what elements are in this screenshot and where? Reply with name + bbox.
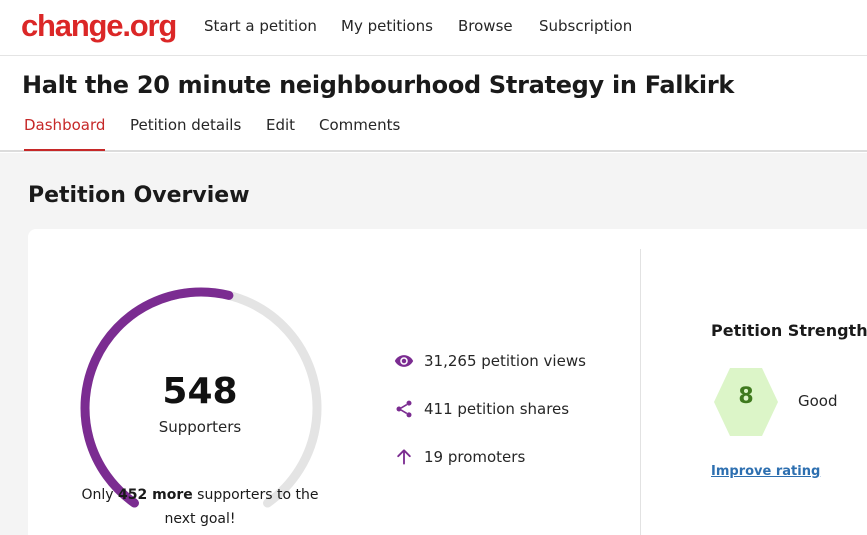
tab-petition-details[interactable]: Petition details xyxy=(130,116,241,151)
tab-edit[interactable]: Edit xyxy=(266,116,295,151)
nav-start-petition[interactable]: Start a petition xyxy=(204,17,317,35)
eye-icon xyxy=(394,355,414,367)
petition-title: Halt the 20 minute neighbourhood Strateg… xyxy=(22,71,735,99)
supporters-count: 548 xyxy=(162,371,238,412)
change-org-logo[interactable]: change.org xyxy=(21,8,177,44)
promoters-text: 19 promoters xyxy=(424,448,526,466)
goal-message: Only 452 more supporters to the next goa… xyxy=(70,483,330,531)
shares-text: 411 petition shares xyxy=(424,400,570,418)
card-divider xyxy=(640,249,641,535)
overview-card: 548 Supporters Only 452 more supporters … xyxy=(28,229,867,535)
nav-my-petitions[interactable]: My petitions xyxy=(341,17,433,35)
strength-title: Petition Strength xyxy=(711,321,867,340)
top-navigation: change.org Start a petition My petitions… xyxy=(0,0,867,56)
supporters-label: Supporters xyxy=(158,418,242,436)
section-title: Petition Overview xyxy=(28,183,250,208)
petition-header: Halt the 20 minute neighbourhood Strateg… xyxy=(0,57,867,152)
views-text: 31,265 petition views xyxy=(424,352,586,370)
share-icon xyxy=(396,400,412,418)
goal-remaining: 452 more xyxy=(118,487,193,503)
stat-views: 31,265 petition views xyxy=(394,350,586,372)
arrow-up-icon xyxy=(397,449,411,465)
stat-shares: 411 petition shares xyxy=(394,398,569,420)
improve-rating-link[interactable]: Improve rating xyxy=(711,464,820,479)
tab-dashboard[interactable]: Dashboard xyxy=(24,116,106,151)
strength-rating: Good xyxy=(798,392,838,410)
strength-score: 8 xyxy=(738,384,754,409)
dashboard-main: Petition Overview 548 Supporters Only 45… xyxy=(0,153,867,535)
goal-prefix: Only xyxy=(81,487,119,503)
stat-promoters: 19 promoters xyxy=(394,446,525,468)
nav-browse[interactable]: Browse xyxy=(458,17,513,35)
tab-comments[interactable]: Comments xyxy=(319,116,400,151)
nav-subscription[interactable]: Subscription xyxy=(539,17,632,35)
